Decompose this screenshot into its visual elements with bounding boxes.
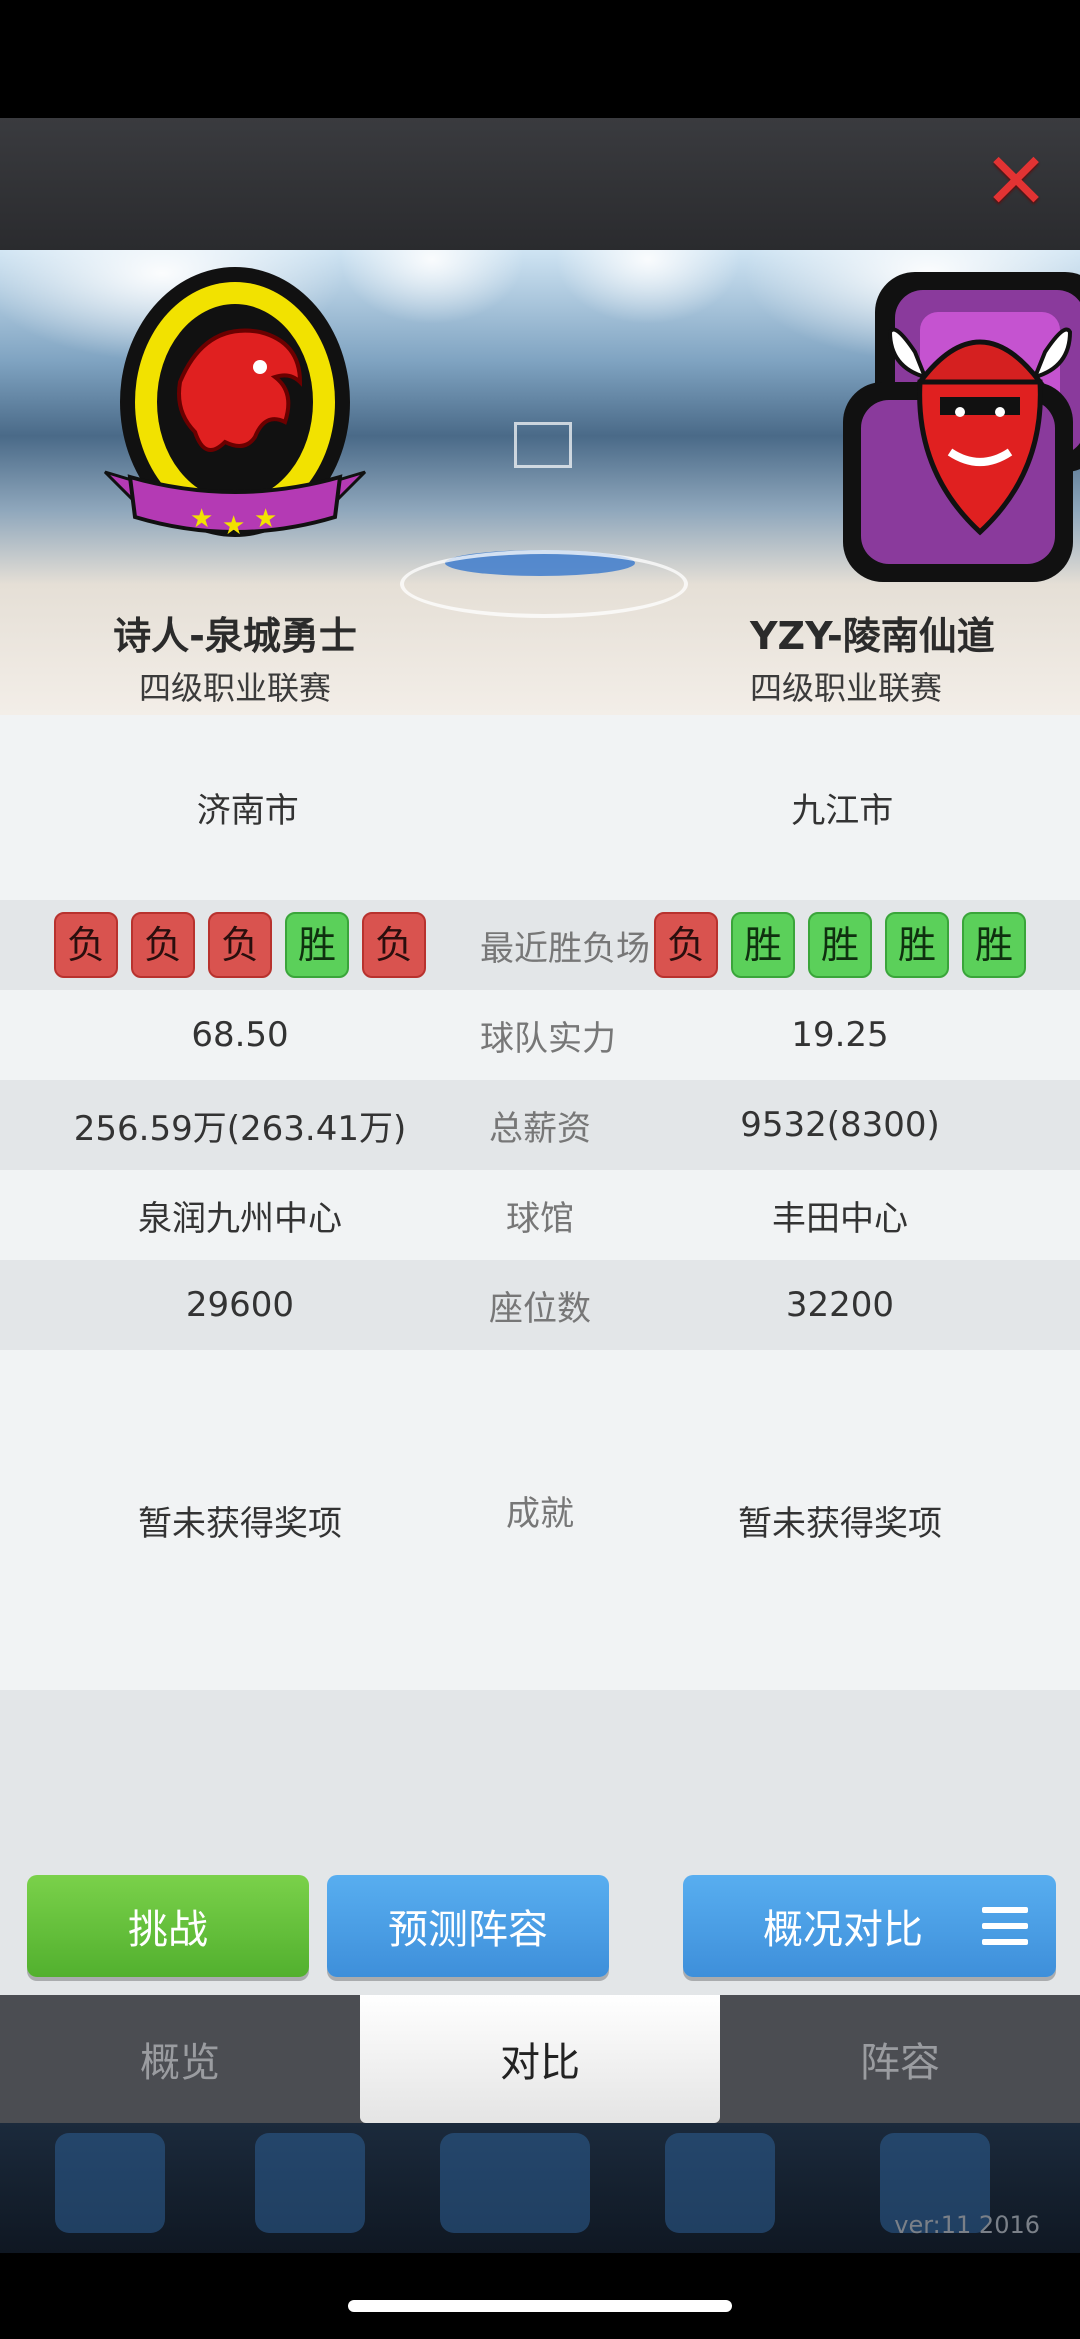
background-nav: ver:11 2016: [0, 2123, 1080, 2253]
home-seats: 29600: [185, 1285, 295, 1325]
strength-label: 球队实力: [480, 1018, 616, 1059]
tab-compare[interactable]: 对比: [360, 1995, 720, 2123]
home-recent-results: 负 负 负 胜 负: [0, 912, 480, 978]
achievement-label: 成就: [506, 1493, 574, 1534]
result-badge: 胜: [885, 912, 949, 978]
salary-row: 256.59万(263.41万) 总薪资 9532(8300): [0, 1080, 1080, 1170]
salary-label: 总薪资: [489, 1108, 591, 1149]
result-badge: 负: [362, 912, 426, 978]
city-row: 济南市 九江市: [0, 715, 1080, 900]
away-seats: 32200: [785, 1285, 895, 1325]
away-strength: 19.25: [791, 1015, 889, 1055]
challenge-button[interactable]: 挑战: [27, 1875, 309, 1977]
away-team: YZY-陵南仙道 四级职业联赛: [610, 250, 1080, 715]
matchup-hero: ★ ★ ★ 诗人-泉城勇士 四级职业联赛 YZY-陵南仙道 四级职业联赛: [0, 250, 1080, 715]
home-arena: 泉润九州中心: [138, 1198, 342, 1239]
arena-row: 泉润九州中心 球馆 丰田中心: [0, 1170, 1080, 1260]
home-team-league: 四级职业联赛: [138, 669, 331, 707]
home-salary: 256.59万(263.41万): [73, 1108, 407, 1149]
away-salary: 9532(8300): [740, 1105, 940, 1145]
tab-bar: 概览 对比 阵容: [0, 1995, 1080, 2123]
home-achievement: 暂未获得奖项: [138, 1503, 342, 1544]
home-strength: 68.50: [191, 1015, 289, 1055]
result-badge: 负: [54, 912, 118, 978]
overview-compare-button[interactable]: 概况对比: [683, 1875, 1056, 1977]
seats-label: 座位数: [489, 1288, 591, 1329]
home-team: ★ ★ ★ 诗人-泉城勇士 四级职业联赛: [0, 250, 470, 715]
court-hoop: [514, 422, 572, 468]
nav-icon: [440, 2133, 590, 2233]
result-badge: 胜: [808, 912, 872, 978]
seats-row: 29600 座位数 32200: [0, 1260, 1080, 1350]
tab-lineup[interactable]: 阵容: [720, 1995, 1080, 2123]
result-badge: 胜: [731, 912, 795, 978]
nav-icon: [665, 2133, 775, 2233]
result-badge: 负: [131, 912, 195, 978]
close-icon[interactable]: ✕: [983, 143, 1048, 221]
predict-lineup-button[interactable]: 预测阵容: [327, 1875, 609, 1977]
result-badge: 胜: [962, 912, 1026, 978]
tab-overview[interactable]: 概览: [0, 1995, 360, 2123]
viking-logo-icon: [843, 272, 1080, 582]
svg-text:★: ★: [254, 504, 277, 534]
dragon-logo-icon: ★ ★ ★: [103, 267, 367, 541]
arena-label: 球馆: [506, 1198, 574, 1239]
nav-icon: [255, 2133, 365, 2233]
nav-icon: [55, 2133, 165, 2233]
version-label: ver:11 2016: [894, 2211, 1040, 2239]
away-team-league: 四级职业联赛: [750, 669, 943, 707]
strength-row: 68.50 球队实力 19.25: [0, 990, 1080, 1080]
away-arena: 丰田中心: [772, 1198, 908, 1239]
achievement-row: 暂未获得奖项 成就 暂未获得奖项: [0, 1350, 1080, 1690]
menu-icon: [982, 1907, 1028, 1945]
home-indicator[interactable]: [348, 2300, 732, 2312]
recent-results-label: 最近胜负场: [480, 928, 650, 969]
result-badge: 胜: [285, 912, 349, 978]
result-badge: 负: [654, 912, 718, 978]
away-recent-results: 负 胜 胜 胜 胜: [600, 912, 1080, 978]
result-badge: 负: [208, 912, 272, 978]
away-team-name: YZY-陵南仙道: [750, 614, 995, 658]
home-team-name: 诗人-泉城勇士: [113, 614, 357, 658]
recent-results-row: 负 负 负 胜 负 最近胜负场 负 胜 胜 胜 胜: [0, 900, 1080, 990]
dialog-header: ✕: [0, 118, 1080, 252]
svg-text:★: ★: [222, 511, 245, 541]
away-city: 九江市: [791, 791, 894, 831]
comparison-panel: 济南市 九江市 负 负 负 胜 负 最近胜负场 负 胜 胜 胜 胜 68.50: [0, 715, 1080, 1995]
away-achievement: 暂未获得奖项: [738, 1503, 942, 1544]
svg-text:★: ★: [190, 504, 213, 534]
overview-compare-label: 概况对比: [763, 1907, 923, 1953]
home-city: 济南市: [196, 791, 299, 831]
